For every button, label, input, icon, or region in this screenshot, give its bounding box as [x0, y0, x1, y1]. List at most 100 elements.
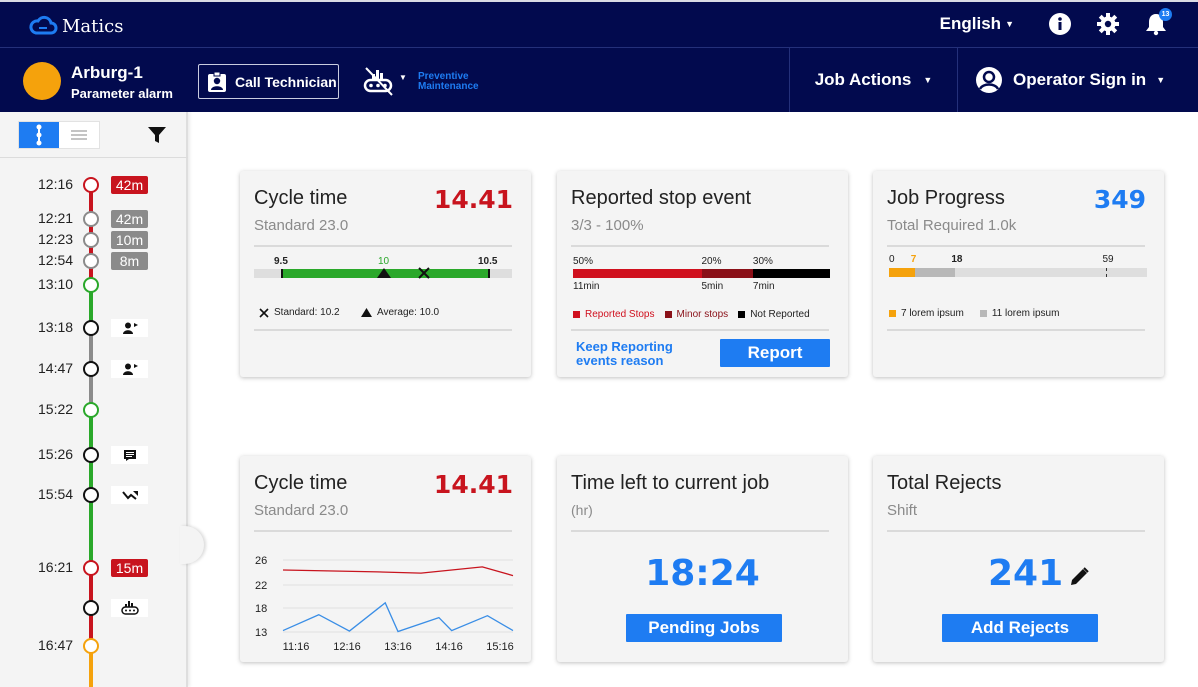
timeline-node[interactable]	[83, 600, 99, 616]
edit-pencil-icon[interactable]	[1068, 566, 1090, 588]
timeline-node[interactable]	[83, 447, 99, 463]
timeline-view-button[interactable]	[19, 122, 59, 148]
cycle-time-chart-card: Cycle time 14.41 Standard 23.0 13 18 22 26 1…	[240, 456, 531, 662]
operator-sign-in-dropdown[interactable]: Operator Sign in ▼	[975, 48, 1165, 112]
operator-flag-icon[interactable]	[111, 319, 148, 337]
sidebar-collapse-handle[interactable]	[180, 526, 204, 564]
stops-bar-segment[interactable]	[701, 269, 753, 278]
settings-button[interactable]	[1096, 12, 1120, 36]
machine-status-indicator	[23, 62, 61, 100]
call-technician-label: Call Technician	[235, 73, 337, 90]
report-button[interactable]: Report	[720, 339, 830, 367]
average-marker-icon	[377, 268, 391, 278]
call-technician-button[interactable]: Call Technician	[198, 64, 339, 99]
range-min-label: 9.5	[274, 256, 288, 267]
job-actions-label: Job Actions	[814, 70, 912, 89]
legend-item: Not Reported	[738, 307, 810, 321]
legend-item: Reported Stops	[573, 307, 655, 321]
x-tick-label: 12:16	[333, 641, 361, 653]
operator-flag-icon[interactable]	[111, 360, 148, 378]
pending-jobs-button[interactable]: Pending Jobs	[626, 614, 782, 642]
app-name: Matics	[62, 15, 124, 37]
job-actions-dropdown[interactable]: Job Actions ▼	[789, 48, 958, 112]
timeline-node[interactable]	[83, 211, 99, 227]
technician-badge-icon	[208, 71, 226, 92]
timeline-node[interactable]	[83, 320, 99, 336]
card-subtitle: Standard 23.0	[254, 502, 349, 519]
view-toggle	[18, 121, 100, 149]
language-selector[interactable]: English ▼	[940, 14, 1014, 34]
filter-icon[interactable]	[147, 125, 167, 145]
total-rejects-value: 241	[988, 553, 1064, 594]
timeline-time: 15:22	[38, 401, 74, 417]
timeline-node[interactable]	[83, 487, 99, 503]
timeline-duration-badge[interactable]: 42m	[111, 210, 148, 228]
timeline-node[interactable]	[83, 177, 99, 193]
timeline-node[interactable]	[83, 402, 99, 418]
machine-name[interactable]: Arburg-1	[71, 63, 143, 83]
progress-target-marker	[1106, 268, 1108, 277]
card-title: Time left to current job	[571, 472, 770, 494]
timeline-node[interactable]	[83, 277, 99, 293]
user-avatar-icon	[976, 67, 1002, 93]
legend-swatch	[573, 310, 580, 318]
timeline-time: 13:18	[38, 319, 74, 335]
notifications-button[interactable]: 13	[1144, 8, 1172, 36]
card-divider	[254, 530, 512, 532]
machine-icon[interactable]	[111, 599, 148, 617]
x-tick-label: 14:16	[435, 641, 463, 653]
add-rejects-button[interactable]: Add Rejects	[942, 614, 1098, 642]
timeline-time: 16:21	[38, 559, 74, 575]
timeline-node[interactable]	[83, 253, 99, 269]
keep-reporting-line2: events reason	[576, 353, 664, 368]
progress-scale-label: 7	[910, 254, 917, 265]
stops-stacked-bar: 50% 11min 20% 5min 30% 7min	[573, 256, 830, 296]
list-view-button[interactable]	[59, 122, 99, 148]
timeline-time: 13:10	[38, 276, 74, 292]
cloud-logo-icon	[29, 15, 58, 35]
card-subtitle: Shift	[887, 502, 918, 519]
timeline-time: 12:23	[38, 231, 74, 247]
keep-reporting-link[interactable]: Keep Reporting events reason	[576, 340, 673, 368]
stops-legend: Reported Stops Minor stops Not Reported	[573, 307, 835, 321]
job-progress-legend: 7 lorem ipsum 11 lorem ipsum	[889, 306, 1147, 320]
cycle-time-range-card: Cycle time 14.41 Standard 23.0 9.5 10 10…	[240, 171, 531, 377]
legend-swatch	[738, 310, 746, 318]
cycle-time-value: 14.41	[433, 185, 513, 214]
y-tick-label: 13	[255, 627, 267, 639]
total-rejects-card: Total Rejects Shift 241 Add Rejects	[873, 456, 1164, 662]
legend-swatch	[664, 310, 672, 318]
job-progress-bar: 0 7 18 59	[889, 254, 1147, 284]
stops-bar-segment[interactable]	[573, 269, 702, 278]
preventive-maintenance-link[interactable]: Preventive Maintenance	[418, 72, 479, 92]
preventive-maintenance-button[interactable]	[362, 66, 396, 96]
card-subtitle: Standard 23.0	[254, 217, 349, 234]
card-title: Job Progress	[887, 187, 1005, 209]
timeline-node[interactable]	[83, 361, 99, 377]
message-icon[interactable]	[111, 446, 148, 464]
legend-standard: Standard: 10.2	[259, 307, 340, 318]
conveyor-disabled-icon	[363, 67, 393, 96]
chevron-down-icon[interactable]: ▼	[399, 73, 407, 82]
pm-label-line2: Maintenance	[418, 81, 479, 92]
timeline-duration-badge[interactable]: 8m	[111, 252, 148, 270]
timeline-duration-badge[interactable]: 15m	[111, 559, 148, 577]
series-line-actual	[282, 601, 514, 633]
info-button[interactable]	[1048, 12, 1072, 36]
timeline-time: 12:54	[38, 252, 74, 268]
timeline-duration-badge[interactable]: 42m	[111, 176, 148, 194]
timeline-node[interactable]	[83, 232, 99, 248]
legend-label: Minor stops	[676, 308, 729, 320]
app-logo[interactable]: Matics	[28, 15, 123, 37]
trend-icon[interactable]	[111, 486, 148, 504]
timeline-duration-badge[interactable]: 10m	[111, 231, 148, 249]
timeline-node[interactable]	[83, 560, 99, 576]
cycle-time-value: 14.41	[433, 470, 513, 499]
legend-average-label: Average: 10.0	[377, 307, 440, 318]
card-subtitle: Total Required 1.0k	[887, 217, 1017, 234]
x-tick-label: 15:16	[486, 641, 514, 653]
progress-scale-label: 59	[1102, 254, 1114, 265]
stops-bar-segment[interactable]	[752, 269, 830, 278]
operator-sign-in-label: Operator Sign in	[1013, 70, 1147, 89]
timeline-node[interactable]	[83, 638, 99, 654]
